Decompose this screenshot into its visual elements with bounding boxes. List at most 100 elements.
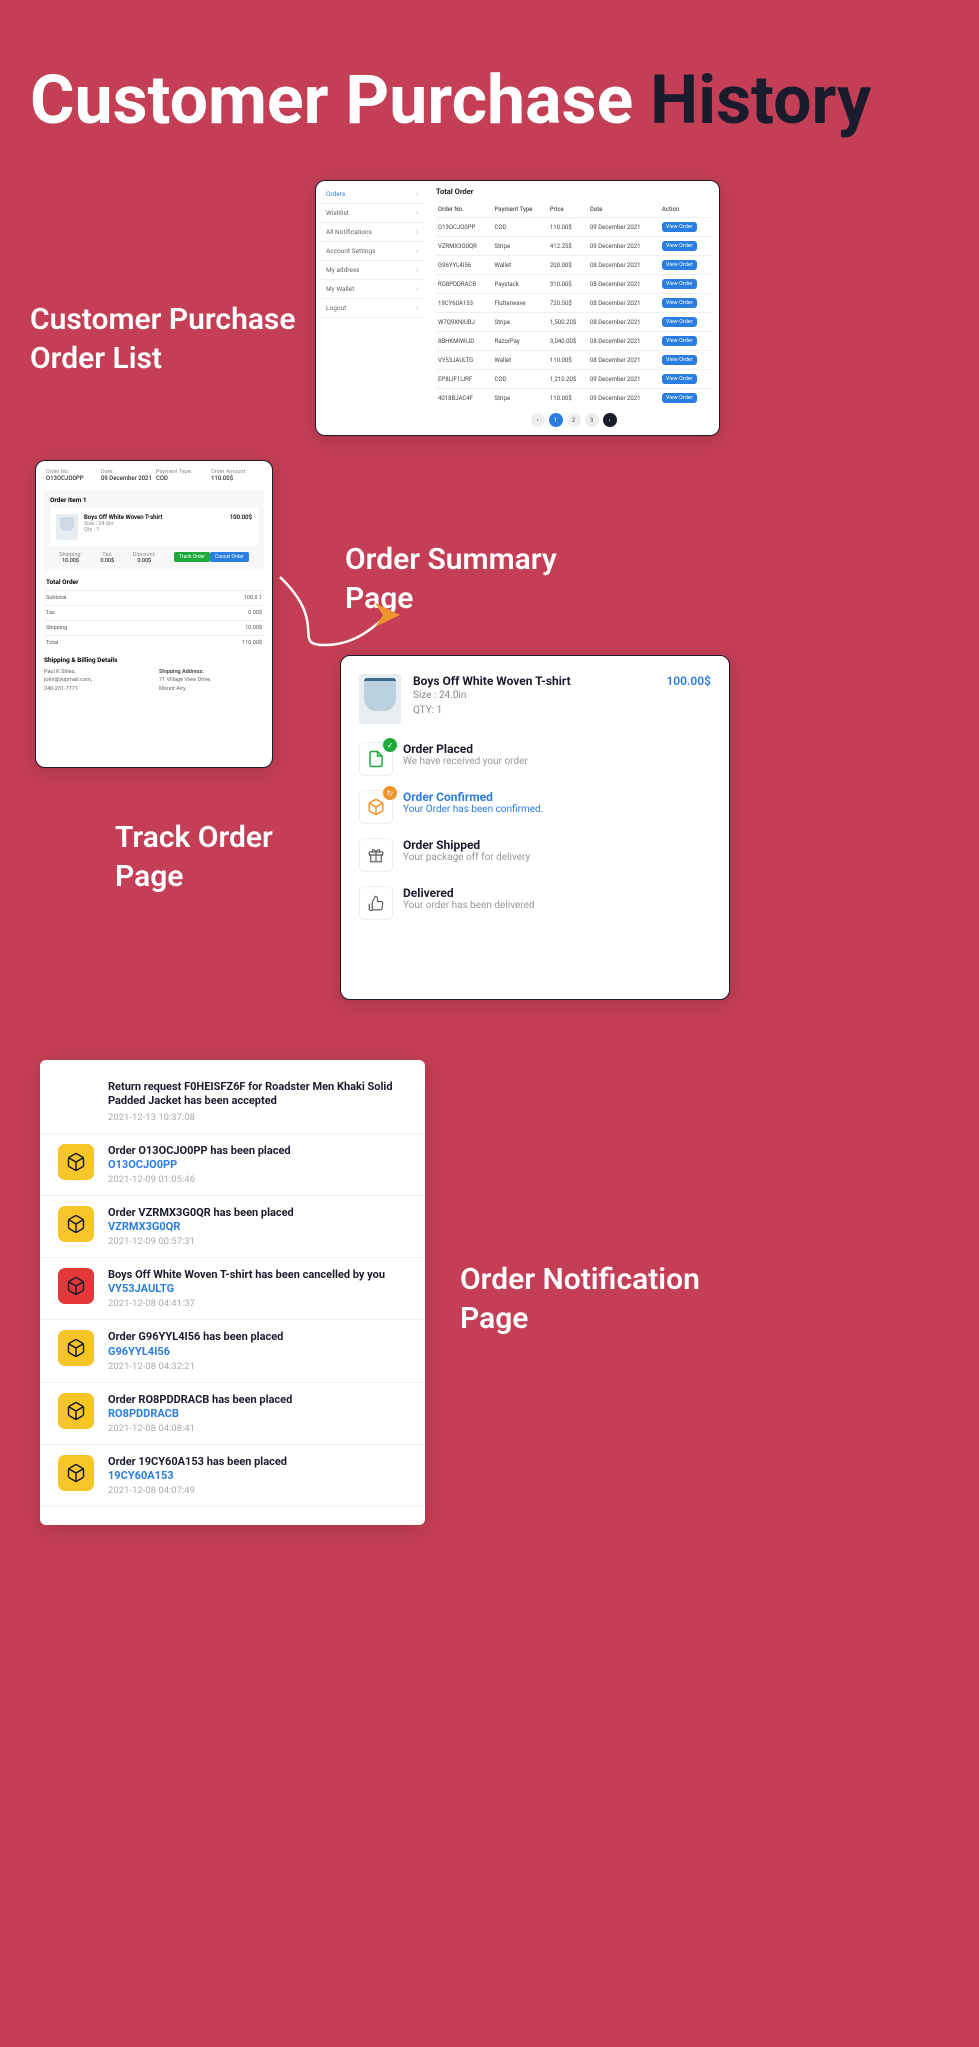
title-white: Customer Purchase	[30, 60, 650, 140]
sidebar-item[interactable]: Wishlist ›	[320, 204, 424, 223]
sidebar-item[interactable]: Logout›	[320, 299, 424, 318]
fee-value: 0.00$	[100, 558, 114, 564]
head-value: 110.00$	[211, 475, 262, 482]
box-icon	[58, 1455, 94, 1491]
total-value: 0.00$	[248, 610, 262, 616]
step-subtitle: Your order has been delivered	[403, 900, 535, 911]
billing-cols: Paul K Stiles,john@yopmail.com,240-231-7…	[40, 668, 268, 693]
sidebar-item[interactable]: My Wallet›	[320, 280, 424, 299]
sidebar-item[interactable]: Account Settings›	[320, 242, 424, 261]
chevron-right-icon: ›	[416, 209, 418, 217]
cell: VY53JAULTG	[436, 351, 493, 370]
cell: 1,210.20$	[548, 370, 588, 389]
total-value: 110.00$	[242, 640, 262, 646]
table-row: VZRMX3G0QRStripe412.25$09 December 2021V…	[436, 237, 711, 256]
page-next-button[interactable]: ›	[603, 413, 617, 427]
order-item-box: Order Item 1 Boys Off White Woven T-shir…	[44, 490, 264, 570]
cell: 110.00$	[548, 218, 588, 237]
notification-time: 2021-12-09 00:57:31	[108, 1236, 407, 1247]
notification-title: Order O13OCJO0PP has been placed	[108, 1144, 407, 1158]
timeline-step: ✓Order PlacedWe have received your order	[359, 742, 711, 776]
notification-link[interactable]: O13OCJO0PP	[108, 1158, 407, 1171]
sidebar-label: Wishlist	[326, 209, 349, 217]
page-prev-button[interactable]: ‹	[531, 413, 545, 427]
step-icon: ✓	[359, 742, 393, 776]
view-order-button[interactable]: View Order	[662, 355, 697, 365]
view-order-button[interactable]: View Order	[662, 241, 697, 251]
cell: 412.25$	[548, 237, 588, 256]
box-icon	[58, 1330, 94, 1366]
view-order-button[interactable]: View Order	[662, 317, 697, 327]
total-label: Total	[46, 640, 58, 646]
step-title: Delivered	[403, 886, 535, 900]
label-track: Track OrderPage	[115, 818, 273, 896]
notification-item[interactable]: Order O13OCJO0PP has been placedO13OCJO0…	[40, 1134, 425, 1196]
track-order-button[interactable]: Track Order	[174, 552, 210, 562]
notification-item[interactable]: Order VZRMX3G0QR has been placedVZRMX3G0…	[40, 1196, 425, 1258]
cell: 09 December 2021	[588, 389, 660, 408]
sidebar-item[interactable]: All Notifications ›	[320, 223, 424, 242]
notification-link[interactable]: VZRMX3G0QR	[108, 1220, 407, 1233]
cell: 09 December 2021	[588, 218, 660, 237]
label-notify: Order NotificationPage	[460, 1260, 700, 1338]
page-button[interactable]: 3	[585, 413, 599, 427]
cell: W7Q9XNIUBJ	[436, 313, 493, 332]
cancel-order-button[interactable]: Cancel Order	[210, 552, 249, 562]
cell: Wallet	[493, 351, 548, 370]
notification-item[interactable]: Return request F0HEISFZ6F for Roadster M…	[40, 1070, 425, 1134]
notification-body: Order G96YYL4I56 has been placedG96YYL4I…	[108, 1330, 407, 1371]
pagination: ‹ 123 ›	[436, 413, 711, 427]
view-order-button[interactable]: View Order	[662, 298, 697, 308]
status-badge-icon: ↻	[383, 786, 397, 800]
cell: 8BHKMIWIJD	[436, 332, 493, 351]
view-order-button[interactable]: View Order	[662, 374, 697, 384]
view-order-button[interactable]: View Order	[662, 393, 697, 403]
notification-body: Order RO8PDDRACB has been placedRO8PDDRA…	[108, 1393, 407, 1434]
notification-item[interactable]: Order G96YYL4I56 has been placedG96YYL4I…	[40, 1320, 425, 1382]
sidebar-label: Orders	[326, 190, 345, 198]
billing-line: Mount Airy,	[159, 685, 264, 693]
notification-item[interactable]: Order RO8PDDRACB has been placedRO8PDDRA…	[40, 1383, 425, 1445]
product-qty: Qty : 1	[84, 527, 230, 533]
cell: Paystack	[493, 275, 548, 294]
notification-link[interactable]: G96YYL4I56	[108, 1345, 407, 1358]
table-row: 4018BJAC4FStripe110.00$09 December 2021V…	[436, 389, 711, 408]
billing-right: Shipping Address: 71 Village View Drive,…	[159, 668, 264, 693]
table-row: O13OCJO0PPCOD110.00$09 December 2021View…	[436, 218, 711, 237]
billing-title: Shipping & Billing Details	[44, 656, 264, 664]
sidebar-item[interactable]: Orders›	[320, 185, 424, 204]
cell: Stripe	[493, 237, 548, 256]
notification-link[interactable]: RO8PDDRACB	[108, 1407, 407, 1420]
cell: Wallet	[493, 256, 548, 275]
notification-link[interactable]: 19CY60A153	[108, 1469, 407, 1482]
notification-item[interactable]: Order 19CY60A153 has been placed19CY60A1…	[40, 1445, 425, 1507]
title-dark: History	[650, 60, 871, 140]
chevron-right-icon: ›	[416, 266, 418, 274]
view-order-button[interactable]: View Order	[662, 336, 697, 346]
column-header: Price	[548, 202, 588, 218]
view-order-button[interactable]: View Order	[662, 260, 697, 270]
page-button[interactable]: 1	[549, 413, 563, 427]
box-icon	[58, 1206, 94, 1242]
total-value: 10.00$	[245, 625, 262, 631]
page-button[interactable]: 2	[567, 413, 581, 427]
notification-link[interactable]: VY53JAULTG	[108, 1282, 407, 1295]
notification-item[interactable]: Boys Off White Woven T-shirt has been ca…	[40, 1258, 425, 1320]
track-qty: QTY: 1	[413, 703, 666, 718]
total-value: 100.0 1	[244, 595, 262, 601]
total-row: Total 110.00$	[44, 635, 264, 650]
cell: 310.00$	[548, 275, 588, 294]
track-name: Boys Off White Woven T-shirt	[413, 674, 666, 688]
sidebar-item[interactable]: My address›	[320, 261, 424, 280]
chevron-right-icon: ›	[416, 247, 418, 255]
sidebar-label: All Notifications	[326, 228, 372, 236]
chevron-right-icon: ›	[416, 228, 418, 236]
view-order-button[interactable]: View Order	[662, 279, 697, 289]
column-header: Payment Type	[493, 202, 548, 218]
billing-line: john@yopmail.com,	[44, 676, 149, 684]
cell: 3,040.00$	[548, 332, 588, 351]
cell: EP8IJF1IJRF	[436, 370, 493, 389]
track-thumb	[359, 674, 401, 724]
view-order-button[interactable]: View Order	[662, 222, 697, 232]
product-info: Boys Off White Woven T-shirt Size : 24.0…	[84, 514, 230, 533]
